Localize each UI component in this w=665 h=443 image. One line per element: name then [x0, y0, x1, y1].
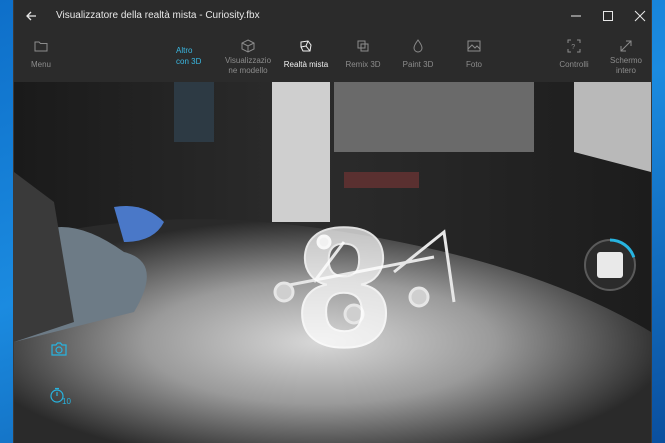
app-window: Visualizzatore della realtà mista - Curi…: [14, 0, 651, 443]
remix-icon: [357, 40, 369, 52]
altro-con-3d-button[interactable]: Altro con 3D: [174, 32, 216, 82]
menu-label: Menu: [30, 60, 51, 69]
maximize-icon: [603, 11, 613, 21]
tab-paint-3d[interactable]: Paint 3D: [396, 32, 440, 82]
mixed-reality-icon: [300, 40, 312, 52]
window-title: Visualizzatore della realtà mista - Curi…: [56, 10, 260, 21]
stop-icon: [584, 238, 636, 291]
back-button[interactable]: [22, 6, 42, 26]
controls-button[interactable]: ? Controlli: [552, 32, 596, 82]
timer-label: 10: [62, 397, 71, 406]
tab-remix-3d[interactable]: Remix 3D: [340, 32, 386, 82]
controls-icon: ?: [567, 39, 581, 53]
camera-viewport[interactable]: 8 10: [14, 82, 651, 443]
svg-text:?: ?: [571, 44, 575, 51]
menu-button[interactable]: Menu: [22, 32, 60, 82]
maximize-button[interactable]: [591, 0, 625, 32]
minimize-button[interactable]: [559, 0, 593, 32]
tab-photo-label: Foto: [465, 60, 482, 69]
fullscreen-label: Schermo intero: [609, 56, 642, 75]
record-button[interactable]: [582, 237, 638, 293]
title-bar: Visualizzatore della realtà mista - Curi…: [14, 0, 651, 32]
tab-remix-3d-label: Remix 3D: [345, 60, 381, 69]
minimize-icon: [571, 15, 581, 17]
tab-view-model-label: Visualizzazio ne modello: [224, 56, 272, 75]
capture-overlay: 8: [296, 192, 393, 384]
controls-label: Controlli: [559, 60, 589, 69]
tab-photo[interactable]: Foto: [454, 32, 494, 82]
switch-camera-icon: [51, 342, 67, 356]
tab-mixed-reality[interactable]: Realtà mista: [278, 32, 334, 82]
fullscreen-icon: [620, 40, 632, 52]
tab-view-model[interactable]: Visualizzazio ne modello: [222, 32, 274, 82]
photo-icon: [467, 40, 481, 52]
altro-con-3d-label: Altro con 3D: [176, 46, 202, 66]
back-arrow-icon: [26, 11, 36, 21]
switch-camera-button[interactable]: [50, 340, 68, 358]
countdown-number: 8: [297, 193, 392, 383]
close-icon: [634, 10, 646, 22]
toolbar: Menu Altro con 3D Visualizzazio ne model…: [14, 32, 651, 113]
timer-button[interactable]: 10: [48, 386, 78, 406]
paint-drop-icon: [413, 39, 423, 53]
close-button[interactable]: [623, 0, 651, 32]
folder-icon: [34, 41, 48, 52]
fullscreen-button[interactable]: Schermo intero: [604, 32, 648, 82]
tab-paint-3d-label: Paint 3D: [402, 60, 434, 69]
timer-icon: 10: [50, 387, 71, 406]
tab-mixed-reality-label: Realtà mista: [283, 60, 329, 69]
cube-icon: [241, 39, 255, 53]
